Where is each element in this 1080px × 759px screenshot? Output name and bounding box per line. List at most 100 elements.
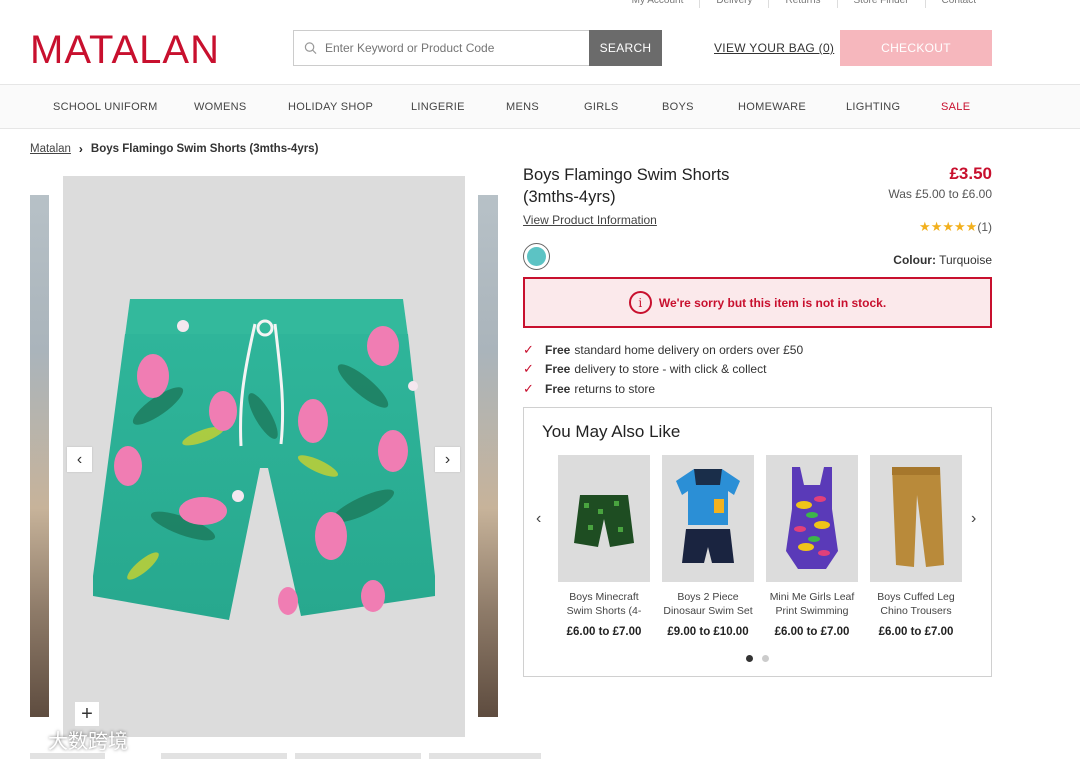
colour-swatch-turquoise[interactable] [523,243,550,270]
swim-shorts-image [93,299,435,620]
product-info-link[interactable]: View Product Information [523,213,657,227]
product-price: £3.50 [949,164,992,183]
out-of-stock-message: We're sorry but this item is not in stoc… [658,295,887,310]
pager-dot[interactable] [762,655,769,662]
thumbnail[interactable] [161,753,287,759]
util-link-returns[interactable]: Returns [769,0,838,8]
chevron-right-icon: › [444,450,451,468]
view-bag-link[interactable]: VIEW YOUR BAG (0) [714,41,834,55]
site-logo[interactable]: MATALAN [30,28,220,73]
nav-item-sale[interactable]: SALE [941,101,970,113]
swim-shorts-image [574,495,634,547]
star-icon: ★ [919,219,931,234]
plus-icon: + [81,702,93,725]
product-title-line2: (3mths-4yrs) [523,188,616,206]
watermark: 大数跨境 [8,725,128,754]
benefit-text: delivery to store - with click & collect [574,362,767,377]
product-title: Boys Flamingo Swim Shorts (3mths-4yrs) [523,164,783,208]
benefit-bold: Free [545,342,571,357]
ymal-card-price: £6.00 to £7.00 [566,626,642,638]
product-thumbnail[interactable] [558,455,650,582]
star-icon: ★ [930,219,943,234]
ymal-card[interactable]: Boys Cuffed Leg Chino Trousers £6.00 to … [870,455,962,638]
nav-item-lingerie[interactable]: LINGERIE [411,101,465,113]
star-icon: ★ [965,219,978,234]
ymal-card[interactable]: Mini Me Girls Leaf Print Swimming £6.00 … [766,455,858,638]
colour-value: Turquoise [939,253,992,267]
util-link-store-finder[interactable]: Store Finder [838,0,926,8]
breadcrumb-current: Boys Flamingo Swim Shorts (3mths-4yrs) [90,143,319,155]
benefit-text: returns to store [574,381,656,396]
thumbnail[interactable] [429,753,541,759]
product-thumbnail[interactable] [766,455,858,582]
benefit-bold: Free [545,381,571,396]
gallery-prev-button[interactable]: ‹ [67,447,92,472]
ymal-card[interactable]: Boys Minecraft Swim Shorts (4- £6.00 to … [558,455,650,638]
zoom-button[interactable]: + [75,702,99,726]
product-thumbnail[interactable] [662,455,754,582]
out-of-stock-alert: i We're sorry but this item is not in st… [523,277,992,328]
checkout-button[interactable]: CHECKOUT [840,30,992,66]
gallery-next-button[interactable]: › [435,447,460,472]
ymal-card-name[interactable]: Boys Cuffed Leg Chino Trousers [870,590,962,618]
util-link-contact[interactable]: Contact [926,0,992,8]
ymal-next-button[interactable]: › [971,510,976,528]
check-icon: ✓ [523,380,534,396]
nav-item-lighting[interactable]: LIGHTING [846,101,900,113]
ymal-card[interactable]: Boys 2 Piece Dinosaur Swim Set £9.00 to … [662,455,754,638]
gallery-next-image-peek[interactable] [478,195,498,717]
util-link-account[interactable]: My Account [616,0,701,8]
chevron-right-icon: › [78,142,83,156]
watermark-logo-icon [8,728,44,751]
nav-item-school-uniform[interactable]: SCHOOL UNIFORM [53,101,158,113]
gallery-prev-image-peek[interactable] [30,195,49,717]
ymal-card-name[interactable]: Boys Minecraft Swim Shorts (4- [558,590,650,618]
utility-links: My Account Delivery Returns Store Finder… [616,0,992,8]
chevron-left-icon: ‹ [76,450,83,468]
search-input[interactable] [324,41,589,55]
ymal-pager [746,655,769,662]
search-field-wrap [293,30,589,66]
nav-item-mens[interactable]: MENS [506,101,539,113]
nav-item-boys[interactable]: BOYS [662,101,694,113]
product-main-image[interactable]: ‹ › [63,176,465,737]
swimsuit-image [786,467,838,569]
thumbnail[interactable] [295,753,421,759]
delivery-benefits: ✓ Free standard home delivery on orders … [523,340,803,399]
check-icon: ✓ [523,341,534,357]
benefit-row: ✓ Free returns to store [523,379,803,399]
colour-label: Colour: [893,253,936,267]
nav-item-homeware[interactable]: HOMEWARE [738,101,806,113]
rating[interactable]: ★ ★ ★ ★ ★ (1) [919,219,992,235]
nav-item-girls[interactable]: GIRLS [584,101,619,113]
was-price: Was £5.00 to £6.00 [888,187,992,201]
chevron-left-icon: ‹ [536,510,542,527]
chevron-right-icon: › [971,510,977,527]
nav-item-womens[interactable]: WOMENS [194,101,247,113]
benefit-bold: Free [545,362,571,377]
watermark-text: 大数跨境 [48,731,128,753]
benefit-row: ✓ Free standard home delivery on orders … [523,340,803,360]
search-bar: SEARCH [293,30,662,66]
nav-item-holiday-shop[interactable]: HOLIDAY SHOP [288,101,373,113]
star-icon: ★ [942,219,955,234]
swim-set-image [676,469,740,563]
main-nav: SCHOOL UNIFORM WOMENS HOLIDAY SHOP LINGE… [0,85,1080,129]
breadcrumb-home[interactable]: Matalan [30,143,71,155]
search-button[interactable]: SEARCH [589,30,662,66]
ymal-prev-button[interactable]: ‹ [536,510,541,528]
benefit-row: ✓ Free delivery to store - with click & … [523,360,803,380]
you-may-also-like: You May Also Like ‹ › Boys Minecraft Swi… [523,407,992,677]
pager-dot-active[interactable] [746,655,753,662]
info-icon: i [628,291,652,314]
chino-trousers-image [892,467,944,567]
benefit-text: standard home delivery on orders over £5… [574,342,804,357]
ymal-card-name[interactable]: Boys 2 Piece Dinosaur Swim Set [662,590,754,618]
check-icon: ✓ [523,361,534,377]
ymal-card-name[interactable]: Mini Me Girls Leaf Print Swimming [766,590,858,618]
util-link-delivery[interactable]: Delivery [700,0,770,8]
rating-count: (1) [977,220,992,234]
colour-selection: Colour: Turquoise [893,253,992,267]
product-thumbnail[interactable] [870,455,962,582]
search-icon [304,42,317,54]
